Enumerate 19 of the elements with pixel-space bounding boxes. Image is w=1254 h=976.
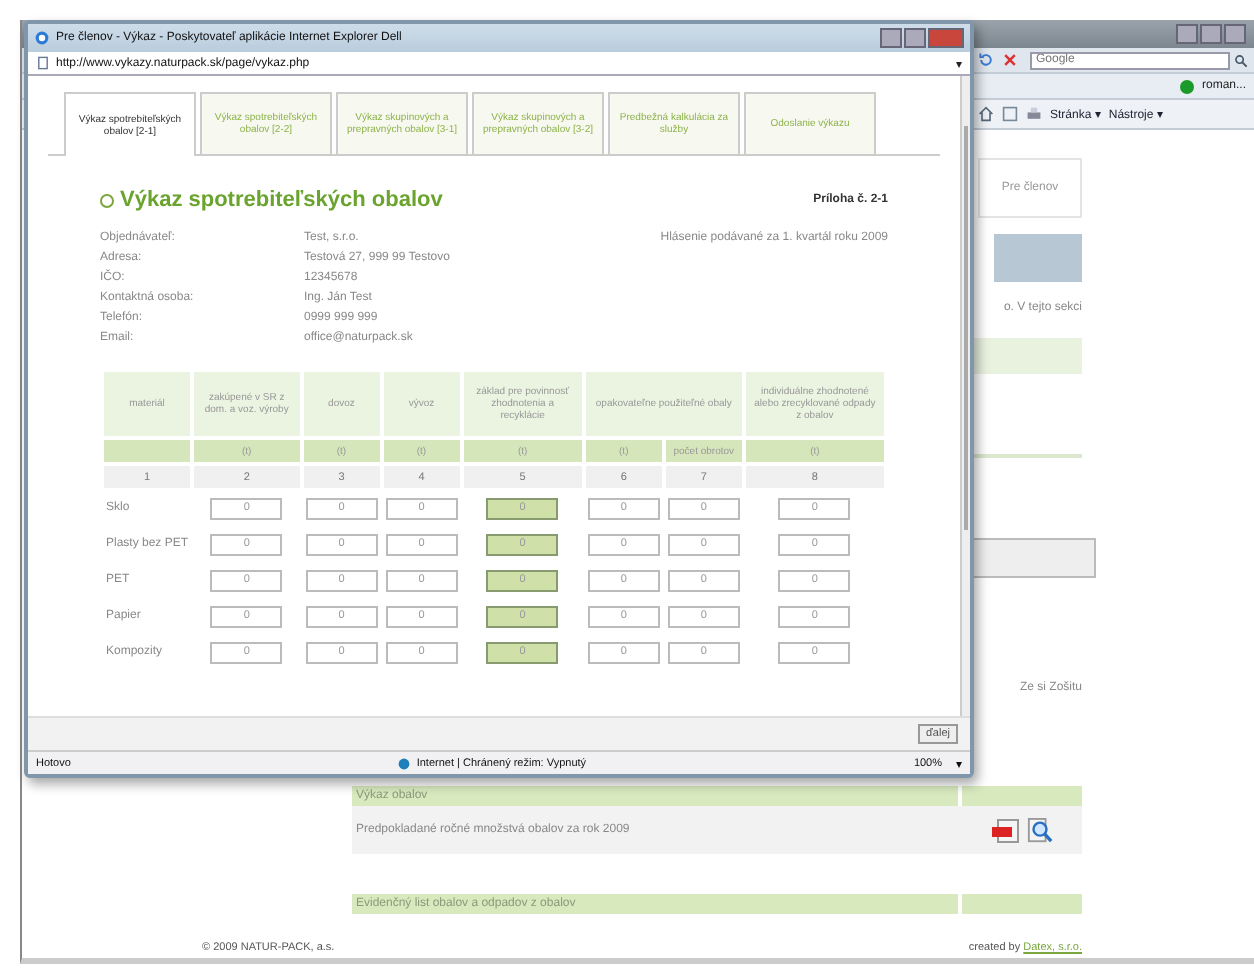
browser-logo-icon [34,30,50,46]
printer-icon[interactable] [1026,106,1042,122]
photo-placeholder [994,234,1082,282]
leaf-icon [100,193,114,207]
refresh-icon[interactable] [978,52,994,68]
globe-icon [398,757,411,769]
page-icon [36,56,50,70]
home-icon[interactable] [978,106,994,122]
window-controls-icon[interactable] [1176,24,1246,44]
status-dot-icon [1179,79,1194,93]
search-icon[interactable] [1234,53,1248,67]
search-icon[interactable] [1025,817,1053,843]
form-title: Výkaz spotrebiteľských obalov [120,188,443,212]
scrollbar[interactable] [960,76,970,716]
table-cell [104,440,191,462]
panel-background [972,538,1096,578]
pdf-icon[interactable] [991,817,1019,843]
window-controls-icon[interactable] [880,28,964,48]
close-icon[interactable] [1002,52,1018,68]
